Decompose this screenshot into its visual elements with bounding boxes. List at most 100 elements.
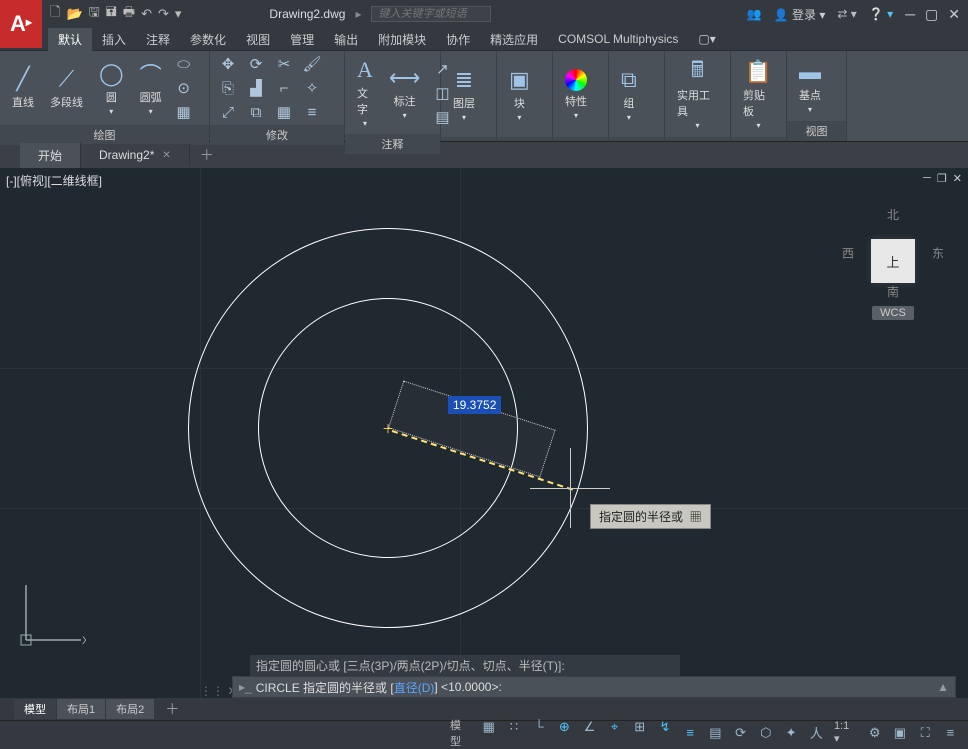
command-tooltip: 指定圆的半径或 ▦: [590, 504, 711, 529]
fillet-icon[interactable]: ⌐: [272, 77, 296, 99]
sb-polar-icon[interactable]: ⊕: [553, 717, 576, 737]
offset-icon[interactable]: ≡: [300, 101, 324, 123]
wcs-badge[interactable]: WCS: [872, 306, 914, 320]
sb-snap-icon[interactable]: ∷: [502, 717, 525, 737]
app-logo[interactable]: A▸: [0, 0, 42, 48]
tab-addins[interactable]: 附加模块: [368, 28, 436, 51]
draw-small-1[interactable]: ⬭: [172, 53, 196, 75]
save-icon[interactable]: 🖫: [89, 3, 100, 25]
circle-button[interactable]: ◯圆▾: [93, 57, 130, 120]
draw-small-3[interactable]: ▦: [172, 101, 196, 123]
saveas-icon[interactable]: 🖬: [106, 3, 117, 25]
tab-featured[interactable]: 精选应用: [480, 28, 548, 51]
svg-text:Y: Y: [21, 580, 29, 583]
center-mark: ＋: [382, 420, 394, 437]
help-icon[interactable]: ❔ ▾: [869, 7, 893, 21]
layout2-tab[interactable]: 布局2: [106, 699, 154, 719]
add-layout-button[interactable]: ＋: [155, 699, 189, 719]
move-icon[interactable]: ✥: [216, 53, 240, 75]
new-icon[interactable]: 🗋: [50, 3, 60, 25]
file-tab-start[interactable]: 开始: [20, 143, 81, 168]
title-bar: 🗋 📂 🖫 🖬 🖶 ↶ ↷ ▾ Drawing2.dwg ▸ 👥 👤 登录 ▾ …: [0, 0, 968, 28]
stretch-icon[interactable]: ⤢: [216, 101, 240, 123]
command-line[interactable]: ▸_ CIRCLE 指定圆的半径或 [直径(D)] <10.0000>: ▲: [232, 676, 956, 698]
block-button[interactable]: ▣块▾: [503, 63, 536, 126]
close-icon[interactable]: ✕: [162, 150, 170, 161]
panel-modify-title[interactable]: 修改: [210, 125, 344, 145]
scale-icon[interactable]: ⧉: [244, 101, 268, 123]
base-button[interactable]: ▬基点▾: [793, 55, 827, 118]
file-tabs: 开始 Drawing2*✕ ＋: [0, 142, 968, 168]
command-history: 指定圆的圆心或 [三点(3P)/两点(2P)/切点、切点、半径(T)]:: [250, 655, 680, 676]
tab-collab[interactable]: 协作: [436, 28, 480, 51]
ribbon-tabs: 默认 插入 注释 参数化 视图 管理 输出 附加模块 协作 精选应用 COMSO…: [48, 28, 968, 50]
layout1-tab[interactable]: 布局1: [57, 699, 105, 719]
share-icon[interactable]: 👥: [747, 7, 762, 21]
plot-icon[interactable]: 🖶: [123, 3, 135, 25]
array-icon[interactable]: ▦: [272, 101, 296, 123]
sb-iso-icon[interactable]: ∠: [578, 717, 601, 737]
qat-more-icon[interactable]: ▾: [175, 6, 182, 22]
drawing-viewport[interactable]: [-][俯视][二维线框] ─ ❐ ✕ ＋ 19.3752 指定圆的半径或 ▦ …: [0, 168, 968, 698]
layer-button[interactable]: ≣图层▾: [447, 63, 481, 126]
line-button[interactable]: ╱直线: [6, 62, 40, 114]
tab-manage[interactable]: 管理: [280, 28, 324, 51]
sb-ortho-icon[interactable]: └: [528, 717, 551, 737]
panel-annotate-title[interactable]: 注释: [345, 134, 440, 154]
tab-extra[interactable]: ▢▾: [688, 29, 725, 49]
sb-dyn-icon[interactable]: ↯: [653, 717, 676, 737]
tab-comsol[interactable]: COMSOL Multiphysics: [548, 29, 688, 49]
dynamic-input[interactable]: 19.3752: [448, 396, 501, 414]
vp-minimize-icon[interactable]: ─: [923, 172, 931, 185]
tab-default[interactable]: 默认: [48, 28, 92, 51]
search-input[interactable]: [371, 6, 491, 22]
file-tab-drawing[interactable]: Drawing2*✕: [81, 144, 190, 166]
sb-osnap-icon[interactable]: ⌖: [603, 717, 626, 737]
vp-close-icon[interactable]: ✕: [953, 172, 962, 185]
svg-text:X: X: [82, 635, 86, 647]
group-button[interactable]: ⧉组▾: [615, 63, 643, 126]
status-bar: 模型 ▦ ∷ └ ⊕ ∠ ⌖ ⊞ ↯ ≡ ▤ ⟳ ⬡ ✦ 人 1:1 ▾ ⚙ ▣…: [0, 720, 968, 744]
vp-restore-icon[interactable]: ❐: [937, 172, 947, 185]
tab-output[interactable]: 输出: [324, 28, 368, 51]
util-button[interactable]: 🖩实用工具▾: [671, 55, 724, 134]
polyline-button[interactable]: ⟋多段线: [44, 62, 89, 114]
cmdline-arrow-icon[interactable]: ▲: [937, 680, 949, 694]
explode-icon[interactable]: ✧: [300, 77, 324, 99]
tab-view[interactable]: 视图: [236, 28, 280, 51]
text-button[interactable]: A文字▾: [351, 53, 379, 132]
document-title: Drawing2.dwg: [269, 7, 345, 21]
sb-scale[interactable]: 1:1 ▾: [830, 720, 861, 745]
props-button[interactable]: 特性▾: [559, 65, 593, 124]
view-cube[interactable]: 北 南 西 东 上 WCS: [838, 208, 948, 348]
undo-icon[interactable]: ↶: [141, 6, 152, 22]
maximize-button[interactable]: ▢: [925, 6, 938, 23]
tab-annotate[interactable]: 注释: [136, 28, 180, 51]
trim-icon[interactable]: ✂: [272, 53, 296, 75]
exchange-icon[interactable]: ⇄ ▾: [837, 7, 856, 21]
mirror-icon[interactable]: ▟: [244, 77, 268, 99]
close-button[interactable]: ✕: [948, 6, 960, 23]
tab-parametric[interactable]: 参数化: [180, 28, 236, 51]
panel-view-title[interactable]: 视图: [787, 121, 846, 141]
minimize-button[interactable]: ─: [905, 6, 915, 23]
add-tab-button[interactable]: ＋: [190, 145, 224, 165]
sb-model[interactable]: 模型: [446, 717, 475, 749]
clip-button[interactable]: 📋剪贴板▾: [737, 55, 780, 134]
crosshair-v: [570, 448, 571, 528]
model-tab[interactable]: 模型: [14, 699, 56, 719]
open-icon[interactable]: 📂: [66, 6, 82, 22]
copy-icon[interactable]: ⎘: [216, 77, 240, 99]
erase-icon[interactable]: 🖌: [300, 53, 324, 75]
cube-top-face[interactable]: 上: [871, 239, 915, 283]
sb-track-icon[interactable]: ⊞: [628, 717, 651, 737]
tab-insert[interactable]: 插入: [92, 28, 136, 51]
dim-button[interactable]: ⟷标注▾: [383, 61, 427, 124]
arc-button[interactable]: ⌒圆弧▾: [134, 57, 168, 120]
redo-icon[interactable]: ↷: [158, 6, 169, 22]
login-link[interactable]: 👤 登录 ▾: [774, 6, 826, 23]
draw-small-2[interactable]: ⊙: [172, 77, 196, 99]
viewport-label[interactable]: [-][俯视][二维线框]: [6, 172, 102, 189]
sb-grid-icon[interactable]: ▦: [477, 717, 500, 737]
rotate-icon[interactable]: ⟳: [244, 53, 268, 75]
